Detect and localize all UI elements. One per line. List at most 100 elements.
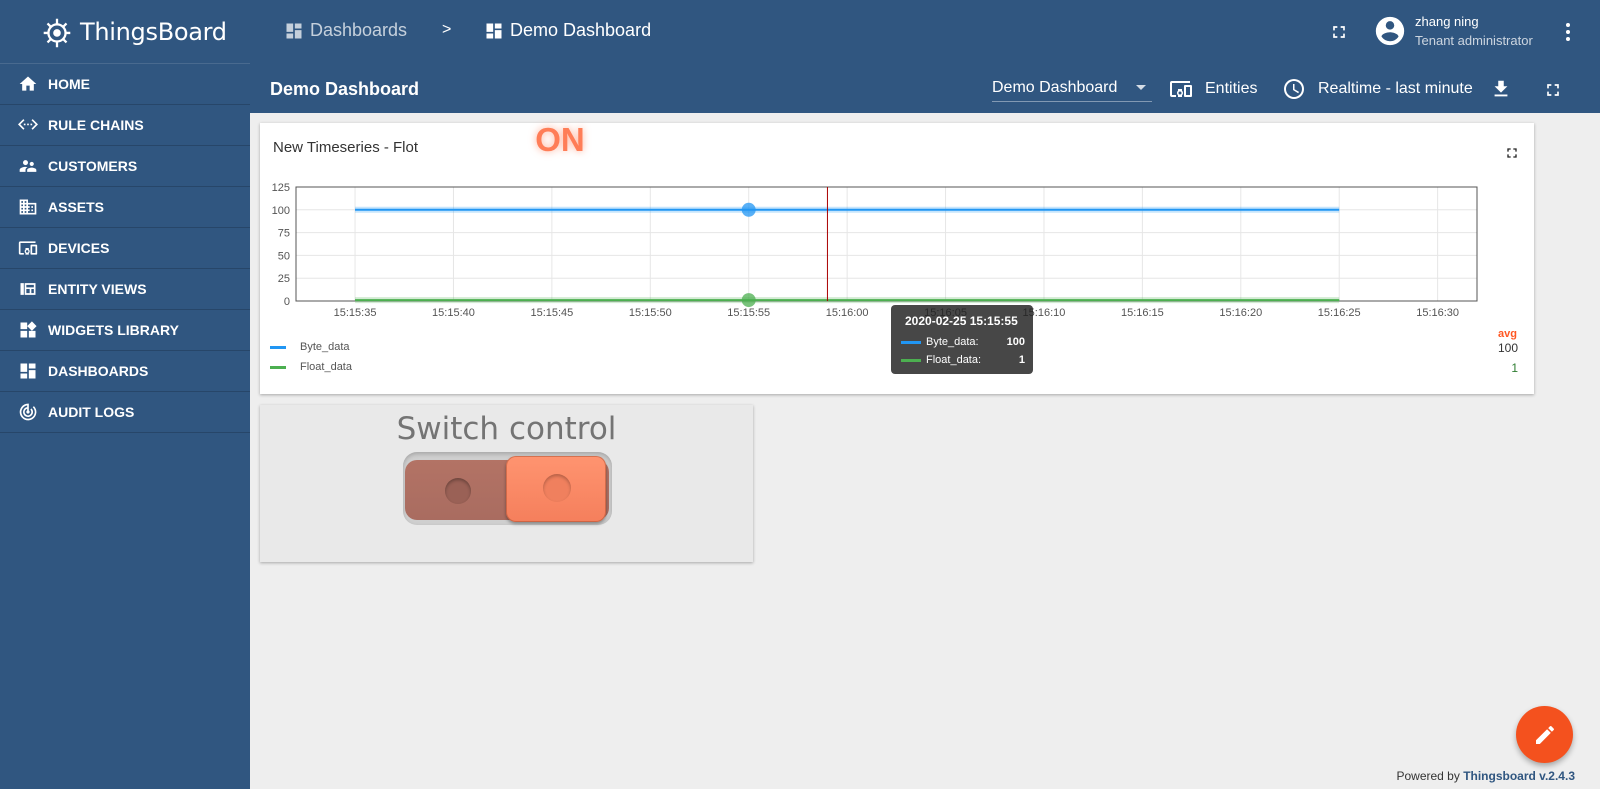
sidebar-item-home[interactable]: HOME — [0, 64, 250, 105]
y-tick-label: 0 — [284, 296, 290, 308]
switch-title: Switch control — [396, 411, 617, 447]
sidebar-item-label: ENTITY VIEWS — [48, 281, 147, 297]
edit-dashboard-button[interactable] — [1516, 706, 1573, 763]
tooltip-swatch — [901, 358, 921, 362]
chart-tooltip: 2020-02-25 15:15:55 Byte_data: 100 Float… — [891, 305, 1033, 374]
x-tick-label: 15:16:20 — [1219, 307, 1262, 319]
account-circle-icon[interactable] — [1373, 14, 1407, 48]
breadcrumb-label: Demo Dashboard — [510, 20, 652, 40]
plot-border — [295, 186, 1478, 302]
sidebar-item-customers[interactable]: CUSTOMERS — [0, 146, 250, 187]
legend-item[interactable]: Byte_data — [270, 341, 350, 353]
y-tick-label: 125 — [272, 182, 290, 194]
entities-label: Entities — [1205, 80, 1258, 97]
switch-control-widget: Switch control — [260, 405, 753, 562]
supervisor-account-icon — [18, 156, 38, 176]
settings-ethernet-icon — [18, 115, 38, 135]
switch-on-indicator — [543, 474, 571, 502]
user-name: zhang ning — [1415, 14, 1479, 29]
dashboard-state-select[interactable]: Demo Dashboard — [992, 76, 1152, 102]
x-tick-label: 15:15:45 — [530, 307, 573, 319]
download-icon[interactable] — [1490, 78, 1512, 100]
sidebar-item-label: DASHBOARDS — [48, 363, 149, 379]
y-tick-label: 100 — [272, 205, 290, 217]
sidebar-item-audit-logs[interactable]: AUDIT LOGS — [0, 392, 250, 433]
tooltip-swatch — [901, 340, 921, 344]
devices-other-icon — [18, 238, 38, 258]
tooltip-value: 100 — [1006, 336, 1025, 348]
sidebar-item-assets[interactable]: ASSETS — [0, 187, 250, 228]
tooltip-label: Byte_data: — [926, 336, 979, 348]
sidebar-item-label: DEVICES — [48, 240, 110, 256]
legend-avg-header: avg — [1498, 328, 1517, 340]
legend-item[interactable]: Float_data — [270, 361, 352, 373]
tooltip-row: Float_data: 1 — [901, 354, 1025, 366]
tooltip-label: Float_data: — [926, 354, 982, 366]
powered-prefix: Powered by — [1396, 769, 1460, 783]
x-tick-label: 15:15:55 — [727, 307, 770, 319]
tooltip-row: Byte_data: 100 — [901, 336, 1025, 348]
more-vert-icon[interactable] — [1556, 20, 1580, 44]
sidebar-item-label: WIDGETS LIBRARY — [48, 322, 179, 338]
y-tick-label: 75 — [278, 228, 290, 240]
switch-state-label: ON — [535, 121, 585, 158]
breadcrumb-current: Demo Dashboard — [484, 20, 651, 41]
sidebar-item-devices[interactable]: DEVICES — [0, 228, 250, 269]
sidebar-item-label: RULE CHAINS — [48, 117, 144, 133]
y-tick-label: 25 — [278, 273, 290, 285]
sidebar-item-entity-views[interactable]: ENTITY VIEWS — [0, 269, 250, 310]
sidebar-item-label: HOME — [48, 76, 90, 92]
fullscreen-icon[interactable] — [1329, 22, 1349, 42]
dashboard-title: Demo Dashboard — [270, 79, 420, 99]
edit-icon — [1535, 725, 1554, 744]
app-name: ThingsBoard — [80, 17, 227, 46]
legend-label: Byte_data — [300, 341, 350, 353]
app-logo[interactable]: ThingsBoard — [0, 0, 250, 64]
devices-other-icon — [1170, 81, 1192, 97]
clock-icon — [1284, 79, 1304, 99]
timewindow-button[interactable]: Realtime - last minute — [1282, 77, 1473, 101]
sidebar-item-rule-chains[interactable]: RULE CHAINS — [0, 105, 250, 146]
legend-avg-value: 1 — [1511, 361, 1518, 375]
sidebar-item-widgets-library[interactable]: WIDGETS LIBRARY — [0, 310, 250, 351]
sidebar-item-label: ASSETS — [48, 199, 105, 215]
powered-brand-link[interactable]: Thingsboard v.2.4.3 — [1463, 769, 1575, 783]
home-icon — [18, 74, 38, 94]
widget-title: New Timeseries - Flot — [273, 139, 419, 156]
sidebar-item-dashboards[interactable]: DASHBOARDS — [0, 351, 250, 392]
sidebar-item-label: AUDIT LOGS — [48, 404, 135, 420]
x-tick-label: 15:16:15 — [1121, 307, 1164, 319]
legend-swatch — [270, 365, 286, 369]
hover-point — [741, 202, 756, 217]
switch-knob[interactable] — [506, 456, 606, 522]
dashboards-icon — [286, 23, 302, 38]
timewindow-label: Realtime - last minute — [1318, 80, 1473, 97]
legend-avg-value: 100 — [1497, 341, 1518, 355]
widgets-icon — [18, 320, 38, 340]
fullscreen-icon[interactable] — [1543, 80, 1563, 100]
y-tick-label: 50 — [278, 250, 290, 262]
dashboards-icon — [18, 361, 38, 381]
tooltip-value: 1 — [1018, 354, 1025, 366]
x-tick-label: 15:16:30 — [1416, 307, 1459, 319]
user-role: Tenant administrator — [1415, 33, 1533, 48]
legend-label: Float_data — [300, 361, 352, 373]
state-select-value: Demo Dashboard — [992, 79, 1118, 96]
dropdown-arrow-icon — [1136, 85, 1146, 90]
sidebar-item-label: CUSTOMERS — [48, 158, 138, 174]
domain-icon — [18, 197, 38, 217]
sidebar: ThingsBoard HOME RULE CHAINS CUSTOMERS A… — [0, 0, 250, 789]
x-tick-label: 15:15:40 — [432, 307, 475, 319]
switch-toggle[interactable] — [403, 452, 612, 525]
dashboard-toolbar: Demo Dashboard Demo Dashboard Entities R… — [250, 64, 1600, 113]
x-tick-label: 15:16:25 — [1318, 307, 1361, 319]
hover-point — [741, 293, 756, 308]
fullscreen-icon[interactable] — [1504, 145, 1520, 161]
entities-button[interactable]: Entities — [1169, 77, 1257, 101]
powered-by-footer: Powered by Thingsboard v.2.4.3 — [1396, 769, 1575, 783]
view-quilt-icon — [18, 279, 38, 299]
breadcrumb-dashboards[interactable]: Dashboards — [284, 20, 407, 41]
x-tick-label: 15:15:35 — [334, 307, 377, 319]
x-tick-label: 15:15:50 — [629, 307, 672, 319]
breadcrumb-separator: > — [442, 21, 452, 38]
